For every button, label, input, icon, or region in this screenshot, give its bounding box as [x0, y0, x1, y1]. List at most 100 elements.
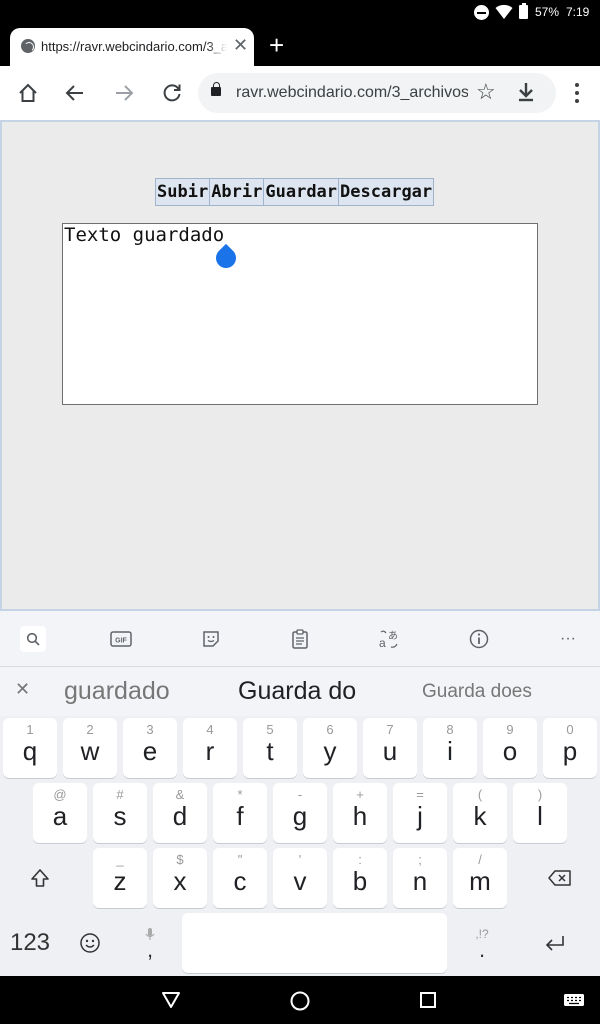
key-hint: 0 — [566, 722, 574, 737]
key-hint: ; — [418, 852, 422, 867]
key-b[interactable]: :b — [333, 848, 387, 908]
dismiss-suggestions-icon[interactable]: ✕ — [15, 679, 30, 700]
key-q[interactable]: 1q — [3, 718, 57, 778]
nav-recents-icon[interactable] — [419, 991, 437, 1009]
keyboard-search-button[interactable] — [20, 626, 46, 652]
svg-text:a: a — [379, 636, 386, 649]
address-bar[interactable]: ravr.webcindario.com/3_archivos ☆ — [198, 73, 556, 113]
translate-icon: aあ — [379, 630, 398, 649]
key-p[interactable]: 0p — [543, 718, 597, 778]
url-text[interactable]: ravr.webcindario.com/3_archivos — [236, 84, 468, 102]
emoji-icon — [80, 933, 100, 953]
key-v[interactable]: ' v — [273, 848, 327, 908]
battery-percentage: 57% — [535, 5, 560, 19]
key-hint: 7 — [386, 722, 394, 737]
keyboard-toolbar: GIF aあ ··· — [0, 611, 600, 666]
key-label: n — [412, 866, 428, 896]
key-x[interactable]: $ x — [153, 848, 207, 908]
key-hint: ' — [298, 852, 302, 867]
key-a[interactable]: @ a — [33, 783, 87, 843]
key-h[interactable]: + h — [333, 783, 387, 843]
key-u[interactable]: 7u — [363, 718, 417, 778]
nav-back-icon[interactable] — [161, 991, 181, 1009]
key-i[interactable]: 8i — [423, 718, 477, 778]
tab-strip: https://ravr.webcindario.com/3_archivos … — [0, 26, 600, 66]
forward-button[interactable] — [110, 79, 138, 107]
key-c[interactable]: " c — [213, 848, 267, 908]
nav-home-icon[interactable] — [289, 990, 311, 1012]
key-j[interactable]: = j — [393, 783, 447, 843]
reload-button[interactable] — [158, 79, 186, 107]
close-tab-icon[interactable]: ✕ — [233, 36, 248, 54]
text-editor-area[interactable]: Texto guardado — [62, 223, 538, 405]
key-label: s — [113, 801, 127, 831]
suggestion-3[interactable]: Guarda does — [422, 681, 532, 703]
key-label: g — [292, 801, 308, 831]
upload-button[interactable]: Subir — [156, 179, 211, 205]
key-k[interactable]: (k — [453, 783, 507, 843]
reload-icon — [163, 84, 181, 102]
key-label: k — [473, 801, 487, 831]
new-tab-button[interactable]: + — [269, 32, 284, 58]
space-bar[interactable] — [182, 913, 447, 973]
back-button[interactable] — [61, 79, 89, 107]
gif-button[interactable]: GIF — [110, 628, 132, 650]
forward-arrow-icon — [116, 85, 134, 101]
key-label: b — [352, 866, 368, 896]
key-d[interactable]: & d — [153, 783, 207, 843]
suggestion-1[interactable]: guardado — [64, 677, 170, 706]
key-hint: 1 — [26, 722, 34, 737]
key-f[interactable]: * f — [213, 783, 267, 843]
enter-key[interactable] — [535, 913, 575, 973]
key-label: z — [113, 866, 127, 896]
bookmark-star-icon[interactable]: ☆ — [476, 79, 496, 105]
browser-tab[interactable]: https://ravr.webcindario.com/3_archivos … — [10, 28, 254, 66]
home-icon — [19, 83, 37, 102]
keyboard-switch-icon[interactable] — [563, 993, 585, 1007]
key-hint: 9 — [506, 722, 514, 737]
battery-icon — [519, 3, 528, 19]
key-e[interactable]: 3e — [123, 718, 177, 778]
sticker-button[interactable] — [200, 628, 222, 650]
translate-button[interactable]: aあ — [378, 628, 400, 650]
period-key[interactable]: ,!? . — [462, 913, 502, 973]
key-hint: ( — [477, 787, 483, 802]
key-hint: _ — [116, 852, 124, 867]
overflow-menu-button[interactable] — [568, 79, 588, 107]
key-l[interactable]: ) l — [513, 783, 567, 843]
key-hint: * — [237, 787, 243, 802]
open-button[interactable]: Abrir — [210, 179, 265, 205]
key-label: w — [80, 736, 100, 766]
key-label: t — [266, 736, 274, 766]
backspace-key[interactable] — [535, 848, 585, 908]
key-o[interactable]: 9o — [483, 718, 537, 778]
home-button[interactable] — [14, 79, 42, 107]
emoji-key[interactable] — [76, 913, 104, 973]
keyboard-keys: 1q2w3e4r5t6y7u8i9o0p @ a # s & d * f - g + h = j(k) l … — [0, 716, 600, 976]
key-t[interactable]: 5t — [243, 718, 297, 778]
symbols-key[interactable]: 123 — [2, 913, 58, 973]
shift-key[interactable] — [15, 848, 65, 908]
key-y[interactable]: 6y — [303, 718, 357, 778]
key-label: e — [142, 736, 158, 766]
key-w[interactable]: 2w — [63, 718, 117, 778]
key-label: m — [469, 866, 491, 896]
suggestion-2[interactable]: Guarda do — [238, 677, 356, 706]
comma-key[interactable]: , — [130, 913, 170, 973]
key-m[interactable]: / m — [453, 848, 507, 908]
key-n[interactable]: ; n — [393, 848, 447, 908]
key-z[interactable]: _ z — [93, 848, 147, 908]
key-label: v — [293, 866, 307, 896]
download-button[interactable]: Descargar — [339, 179, 434, 205]
key-g[interactable]: -g — [273, 783, 327, 843]
info-button[interactable] — [468, 628, 490, 650]
save-button[interactable]: Guardar — [264, 179, 340, 205]
shift-icon — [31, 869, 49, 887]
key-s[interactable]: # s — [93, 783, 147, 843]
download-icon[interactable] — [514, 80, 538, 104]
clipboard-button[interactable] — [289, 628, 311, 650]
key-r[interactable]: 4r — [183, 718, 237, 778]
more-tools-button[interactable]: ··· — [557, 628, 579, 650]
key-label: i — [447, 736, 453, 766]
key-label: h — [352, 801, 368, 831]
